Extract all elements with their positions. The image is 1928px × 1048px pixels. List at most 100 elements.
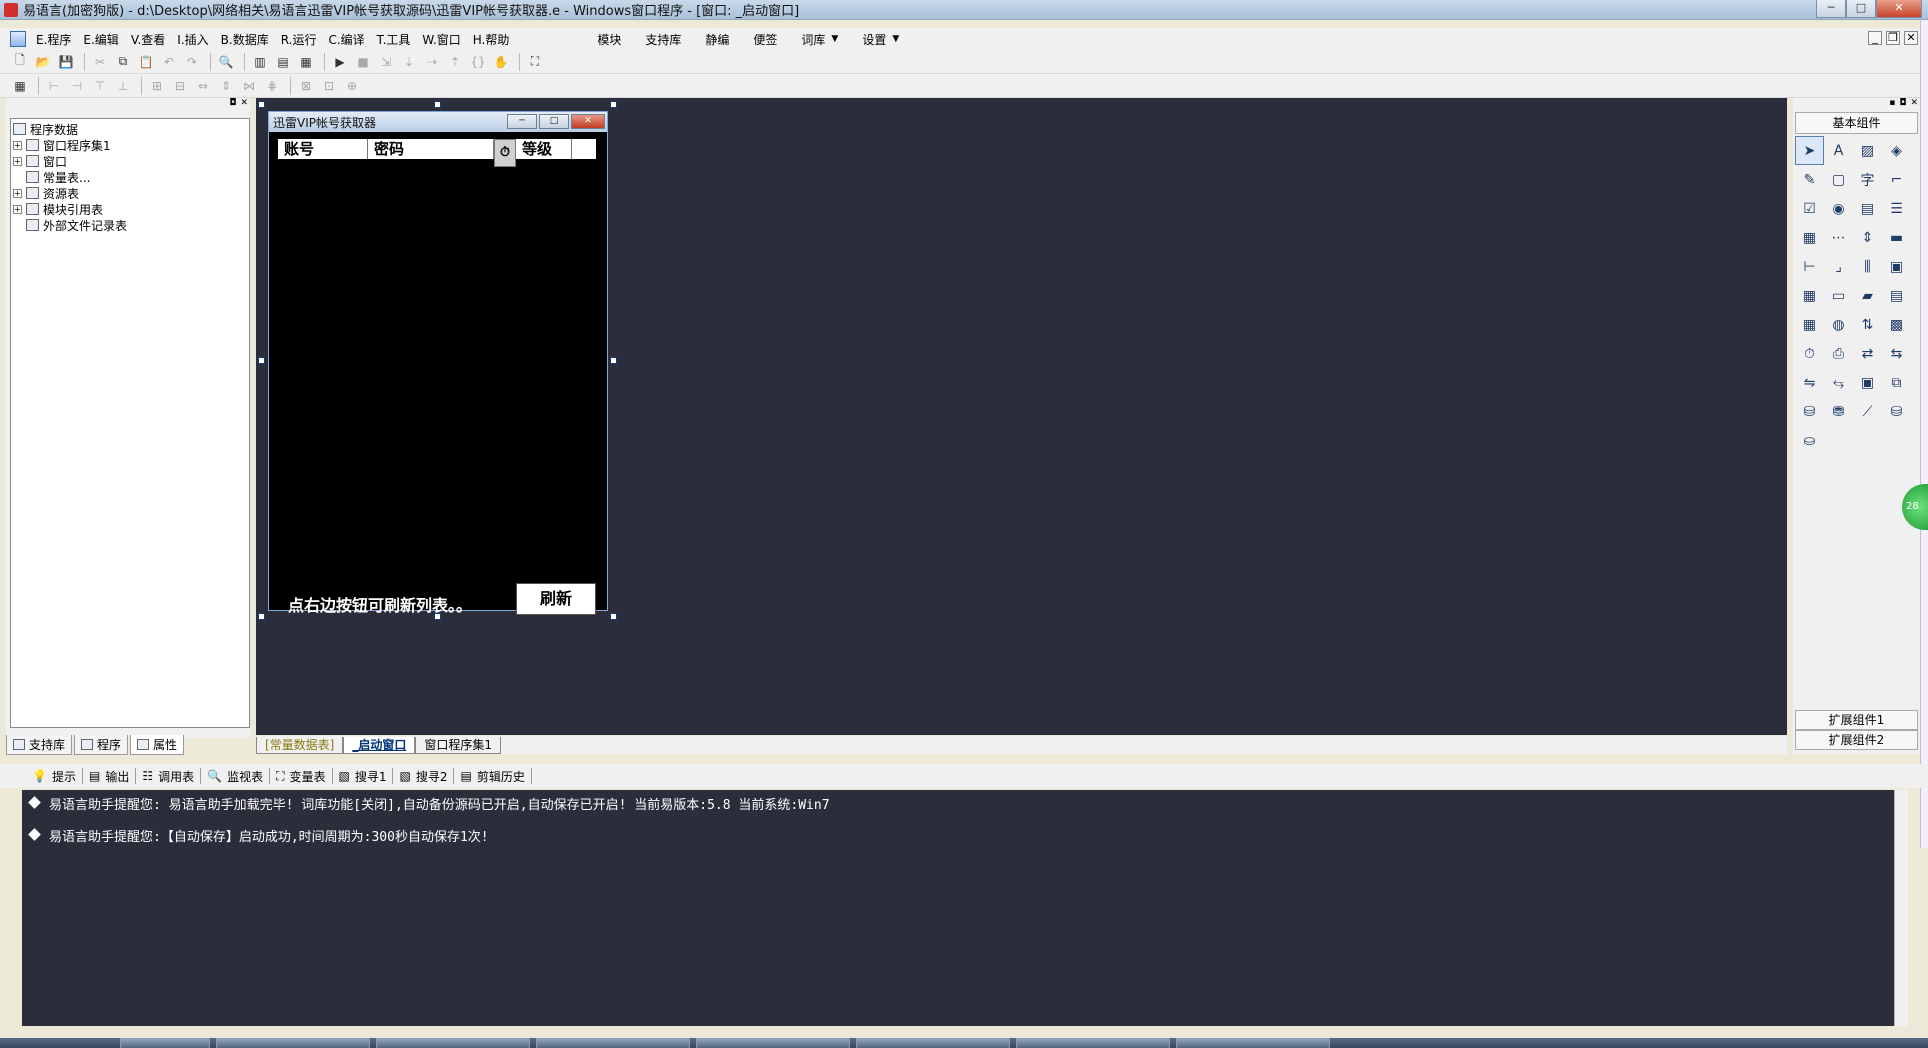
center-form-icon[interactable]: ⊕	[342, 77, 362, 95]
draw-component-icon[interactable]: ✎	[1795, 165, 1824, 194]
close-button[interactable]: ✕	[1876, 0, 1922, 18]
timer-icon[interactable]: ⏱	[494, 139, 516, 167]
extension-group-2[interactable]: 扩展组件2	[1795, 730, 1918, 750]
mdi-close-button[interactable]: ✕	[1904, 31, 1918, 45]
label-component-icon[interactable]: A	[1824, 136, 1853, 165]
odbc-component-icon[interactable]: ⛁	[1882, 397, 1911, 426]
tab-clipboard-history[interactable]: ▤ 剪辑历史	[454, 768, 532, 784]
center-horizontal-icon[interactable]: ⊞	[147, 77, 167, 95]
mdi-restore-button[interactable]: ❐	[1886, 31, 1900, 45]
run-icon[interactable]: ▶	[330, 53, 350, 71]
close-icon[interactable]: ✕	[240, 98, 248, 112]
slider-component-icon[interactable]: ⋯	[1824, 223, 1853, 252]
space-horizontal-icon[interactable]: ⋈	[239, 77, 259, 95]
stop-icon[interactable]: ■	[353, 53, 373, 71]
ruler-component-icon[interactable]: ⊢	[1795, 252, 1824, 281]
close-icon[interactable]: ✕	[1910, 98, 1918, 110]
output-console[interactable]: 易语言助手提醒您: 易语言助手加载完毕! 词库功能[关闭],自动备份源码已开启,…	[22, 790, 1894, 1026]
taskbar-item[interactable]	[536, 1038, 690, 1048]
designed-form[interactable]: 迅雷VIP帐号获取器 ─ □ ✕ 账号 密码 ⏱ 等级 点右边按钮可刷新列表。。…	[268, 111, 608, 615]
checkbox-component-icon[interactable]: ☑	[1795, 194, 1824, 223]
tab-hint[interactable]: 💡 提示	[26, 768, 83, 784]
expand-icon[interactable]: +	[13, 204, 22, 214]
tree-item[interactable]: 常量表...	[13, 169, 247, 185]
space-vertical-icon[interactable]: ⋕	[262, 77, 282, 95]
menu-notes[interactable]: 便签	[741, 31, 789, 48]
split-component-icon[interactable]: ⫼	[1853, 252, 1882, 281]
edit-component-icon[interactable]: ▭	[1824, 281, 1853, 310]
tree-root[interactable]: 程序数据	[13, 121, 247, 137]
client-component-icon[interactable]: ⇆	[1882, 339, 1911, 368]
document-component-icon[interactable]: ▤	[1882, 281, 1911, 310]
tab-watch[interactable]: 🔍 监视表	[201, 768, 271, 784]
paste-icon[interactable]: 📋	[136, 53, 156, 71]
text-component-icon[interactable]: 字	[1853, 165, 1882, 194]
open-folder-icon[interactable]: 📂	[33, 53, 53, 71]
column-level[interactable]: 等级	[516, 139, 572, 159]
tab-search2[interactable]: ▧ 搜寻2	[393, 768, 455, 784]
maximize-button[interactable]: □	[1846, 0, 1876, 18]
menu-compile[interactable]: C.编译	[322, 31, 370, 48]
line-component-icon[interactable]: ⌐	[1882, 165, 1911, 194]
expand-icon[interactable]: +	[13, 156, 22, 166]
tab-window-assembly[interactable]: 窗口程序集1	[415, 736, 502, 754]
menu-edit[interactable]: E.编辑	[77, 31, 124, 48]
menu-insert[interactable]: I.插入	[171, 31, 214, 48]
pointer-icon[interactable]: ➤	[1795, 136, 1824, 165]
step-over-icon[interactable]: ⇢	[422, 53, 442, 71]
extension-group-1[interactable]: 扩展组件1	[1795, 710, 1918, 730]
menu-database[interactable]: B.数据库	[215, 31, 275, 48]
expand-icon[interactable]: +	[13, 140, 22, 150]
form-minimize-button[interactable]: ─	[507, 114, 537, 129]
taskbar-item[interactable]	[856, 1038, 1010, 1048]
column-account[interactable]: 账号	[278, 139, 368, 159]
column-password[interactable]: 密码	[368, 139, 494, 159]
output-scrollbar[interactable]	[1894, 790, 1908, 1026]
resize-handle[interactable]	[258, 357, 265, 364]
align-left-icon[interactable]: ⊢	[44, 77, 64, 95]
pin-icon[interactable]: ◘	[229, 98, 236, 112]
tab-search1[interactable]: ▧ 搜寻1	[333, 768, 394, 784]
account-list-header[interactable]: 账号 密码 ⏱ 等级	[278, 139, 596, 167]
database-component-icon[interactable]: ◍	[1824, 310, 1853, 339]
tab-support-library[interactable]: 支持库	[6, 735, 73, 755]
dialog-component-icon[interactable]: ▣	[1853, 368, 1882, 397]
same-width-icon[interactable]: ⇔	[193, 77, 213, 95]
layout-top-icon[interactable]: ▤	[273, 53, 293, 71]
resize-handle[interactable]	[258, 101, 265, 108]
radio-component-icon[interactable]: ◉	[1824, 194, 1853, 223]
undo-icon[interactable]: ↶	[159, 53, 179, 71]
frame-component-icon[interactable]: ⌟	[1824, 252, 1853, 281]
db-link-icon[interactable]: ⛃	[1824, 397, 1853, 426]
center-form-h-icon[interactable]: ⊠	[296, 77, 316, 95]
progress-component-icon[interactable]: ▬	[1882, 223, 1911, 252]
taskbar-item[interactable]	[696, 1038, 850, 1048]
menu-settings[interactable]: 设置	[850, 31, 898, 48]
spinner-component-icon[interactable]: ⇅	[1853, 310, 1882, 339]
tab-startup-window[interactable]: _启动窗口	[343, 736, 416, 754]
menu-thesaurus[interactable]: 词库	[789, 31, 837, 48]
expand-icon[interactable]: +	[13, 188, 22, 198]
minimize-icon[interactable]: ▪	[1889, 98, 1895, 110]
resize-handle[interactable]	[258, 613, 265, 620]
resize-handle[interactable]	[610, 101, 617, 108]
printer-component-icon[interactable]: ⎙	[1824, 339, 1853, 368]
new-file-icon[interactable]: 🗋	[10, 53, 30, 71]
mdi-minimize-button[interactable]: _	[1868, 31, 1882, 45]
menu-module[interactable]: 模块	[585, 31, 633, 48]
component-group-title[interactable]: 基本组件	[1795, 112, 1918, 134]
tree-item[interactable]: + 窗口	[13, 153, 247, 169]
align-top-icon[interactable]: ⊤	[90, 77, 110, 95]
menu-support-lib[interactable]: 支持库	[633, 31, 693, 48]
layout-split-icon[interactable]: ▦	[296, 53, 316, 71]
network-component-icon[interactable]: ⇄	[1853, 339, 1882, 368]
menu-run[interactable]: R.运行	[275, 31, 323, 48]
menu-help[interactable]: H.帮助	[467, 31, 516, 48]
shape-component-icon[interactable]: ◈	[1882, 136, 1911, 165]
table-component-icon[interactable]: ▦	[1795, 310, 1824, 339]
center-vertical-icon[interactable]: ⊟	[170, 77, 190, 95]
redo-icon[interactable]: ↷	[182, 53, 202, 71]
program-icon[interactable]	[10, 31, 26, 47]
binoculars-icon[interactable]: ⛶	[525, 53, 545, 71]
vscroll-component-icon[interactable]: ⇕	[1853, 223, 1882, 252]
